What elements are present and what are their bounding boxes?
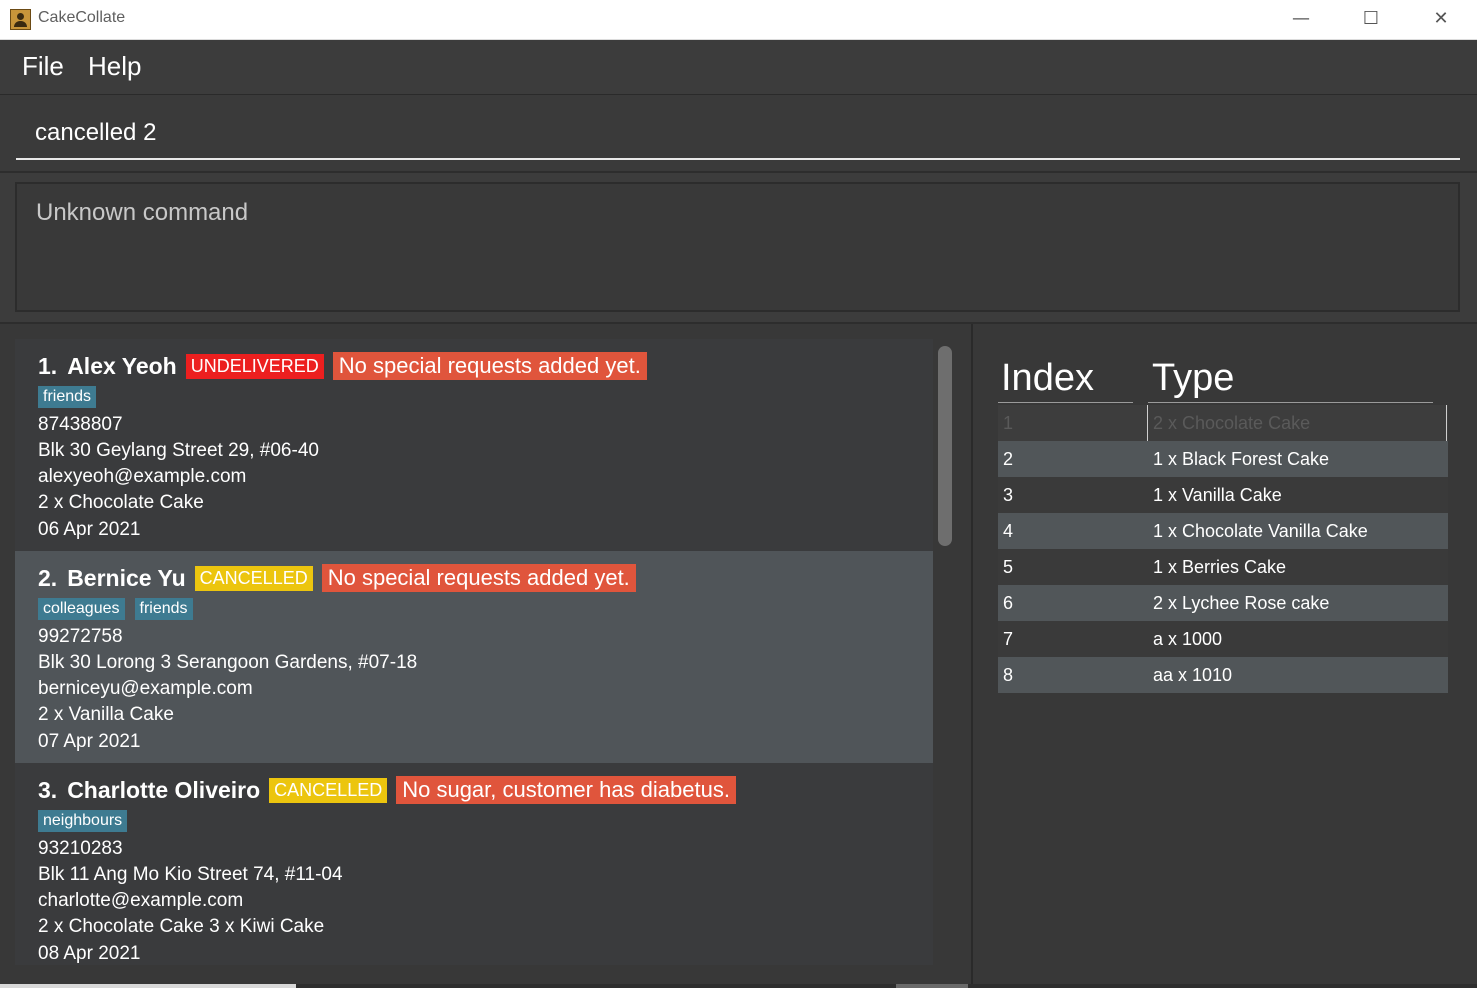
- row-index: 6: [1003, 593, 1014, 613]
- close-button[interactable]: ✕: [1406, 0, 1476, 40]
- order-name: Alex Yeoh: [67, 352, 177, 379]
- order-name: Charlotte Oliveiro: [67, 776, 261, 803]
- order-items: 2 x Vanilla Cake: [38, 704, 174, 725]
- order-card[interactable]: 3. Charlotte Oliveiro CANCELLED No sugar…: [15, 763, 933, 965]
- order-list[interactable]: 1. Alex Yeoh UNDELIVERED No special requ…: [15, 339, 933, 965]
- order-date: 06 Apr 2021: [38, 519, 141, 540]
- row-type: 1 x Berries Cake: [1153, 557, 1287, 577]
- row-type: 2 x Chocolate Cake: [1147, 405, 1447, 441]
- table-row[interactable]: 1 2 x Chocolate Cake: [998, 405, 1448, 441]
- order-index: 1.: [38, 352, 58, 379]
- request-badge: No sugar, customer has diabetus.: [396, 776, 736, 804]
- status-badge: CANCELLED: [194, 565, 313, 591]
- table-row[interactable]: 5 1 x Berries Cake: [998, 549, 1448, 585]
- order-list-panel: 1. Alex Yeoh UNDELIVERED No special requ…: [0, 324, 973, 984]
- order-email: berniceyu@example.com: [38, 678, 253, 699]
- tag: neighbours: [38, 810, 128, 832]
- table-row[interactable]: 2 1 x Black Forest Cake: [998, 441, 1448, 477]
- minimize-button[interactable]: —: [1266, 0, 1336, 40]
- cake-table-panel: Index Type 1 2 x Chocolate Cake 2 1 x Bl…: [973, 324, 1477, 984]
- column-header-index[interactable]: Index: [1001, 357, 1094, 400]
- order-date: 07 Apr 2021: [38, 731, 141, 752]
- order-card[interactable]: 2. Bernice Yu CANCELLED No special reque…: [15, 551, 933, 763]
- row-index: 3: [1003, 485, 1014, 505]
- row-type: aa x 1010: [1153, 665, 1233, 685]
- horizontal-scrollbar[interactable]: [0, 984, 1477, 988]
- menu-help[interactable]: Help: [88, 51, 141, 82]
- menu-file[interactable]: File: [22, 51, 64, 82]
- row-type: 1 x Chocolate Vanilla Cake: [1153, 521, 1368, 541]
- tag: friends: [38, 386, 97, 408]
- tag: colleagues: [38, 598, 125, 620]
- request-badge: No special requests added yet.: [321, 564, 636, 592]
- row-type: a x 1000: [1153, 629, 1223, 649]
- result-display[interactable]: Unknown command: [15, 182, 1460, 312]
- tag: friends: [134, 598, 193, 620]
- row-index: 7: [1003, 629, 1014, 649]
- order-address: Blk 30 Lorong 3 Serangoon Gardens, #07-1…: [38, 652, 418, 673]
- table-row[interactable]: 7 a x 1000: [998, 621, 1448, 657]
- command-input[interactable]: cancelled 2: [16, 105, 1460, 160]
- order-name: Bernice Yu: [67, 564, 186, 591]
- order-items: 2 x Chocolate Cake: [38, 492, 204, 513]
- row-type: 1 x Black Forest Cake: [1153, 449, 1330, 469]
- maximize-button[interactable]: ☐: [1336, 0, 1406, 40]
- order-email: charlotte@example.com: [38, 890, 244, 911]
- order-index: 2.: [38, 564, 58, 591]
- app-icon: [10, 9, 31, 30]
- table-row[interactable]: 6 2 x Lychee Rose cake: [998, 585, 1448, 621]
- header-divider: [1148, 402, 1433, 403]
- order-email: alexyeoh@example.com: [38, 466, 247, 487]
- result-display-area: Unknown command: [0, 173, 1477, 324]
- order-phone: 87438807: [38, 414, 123, 435]
- row-index: 5: [1003, 557, 1014, 577]
- order-index: 3.: [38, 776, 58, 803]
- row-index: 2: [1003, 449, 1014, 469]
- column-header-type[interactable]: Type: [1152, 357, 1234, 400]
- order-items: 2 x Chocolate Cake 3 x Kiwi Cake: [38, 916, 325, 937]
- command-box-area: cancelled 2: [0, 95, 1477, 173]
- table-row[interactable]: 3 1 x Vanilla Cake: [998, 477, 1448, 513]
- order-list-scrollbar[interactable]: [938, 346, 952, 546]
- order-phone: 99272758: [38, 626, 123, 647]
- order-address: Blk 11 Ang Mo Kio Street 74, #11-04: [38, 864, 343, 885]
- table-row[interactable]: 4 1 x Chocolate Vanilla Cake: [998, 513, 1448, 549]
- title-bar: CakeCollate — ☐ ✕: [0, 0, 1477, 40]
- request-badge: No special requests added yet.: [332, 352, 647, 380]
- row-index: 1: [1003, 413, 1014, 433]
- status-badge: CANCELLED: [269, 777, 388, 803]
- order-phone: 93210283: [38, 838, 123, 859]
- header-divider: [998, 402, 1133, 403]
- row-index: 4: [1003, 521, 1014, 541]
- order-address: Blk 30 Geylang Street 29, #06-40: [38, 440, 319, 461]
- row-type: 1 x Vanilla Cake: [1153, 485, 1282, 505]
- window-title: CakeCollate: [38, 9, 126, 26]
- row-index: 8: [1003, 665, 1014, 685]
- result-message: Unknown command: [36, 199, 249, 226]
- row-type: 2 x Lychee Rose cake: [1153, 593, 1330, 613]
- table-row[interactable]: 8 aa x 1010: [998, 657, 1448, 693]
- menu-bar: File Help: [0, 40, 1477, 95]
- order-card[interactable]: 1. Alex Yeoh UNDELIVERED No special requ…: [15, 339, 933, 551]
- status-badge: UNDELIVERED: [185, 353, 324, 379]
- order-date: 08 Apr 2021: [38, 943, 141, 964]
